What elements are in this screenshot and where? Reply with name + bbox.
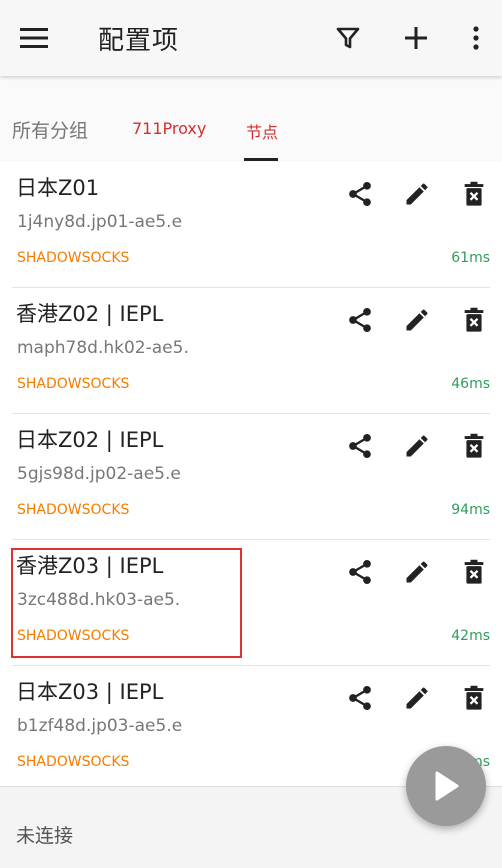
tab-indicator [244, 158, 278, 161]
server-name: 日本Z03 | IEPL [16, 680, 164, 704]
server-name: 日本Z02 | IEPL [16, 428, 164, 452]
delete-icon[interactable] [456, 302, 492, 338]
server-address: 5gjs98d.jp02-ae5.e [17, 464, 181, 484]
edit-icon[interactable] [399, 428, 435, 464]
more-vert-icon[interactable] [458, 20, 494, 56]
menu-icon[interactable] [16, 20, 52, 56]
latency-label: 94ms [451, 502, 490, 518]
protocol-label: SHADOWSOCKS [17, 250, 130, 266]
delete-icon[interactable] [456, 554, 492, 590]
server-name: 日本Z01 [16, 176, 100, 200]
latency-label: 61ms [451, 250, 490, 266]
share-icon[interactable] [342, 428, 378, 464]
edit-icon[interactable] [399, 302, 435, 338]
server-row[interactable]: 香港Z02 | IEPL maph78d.hk02-ae5. SHADOWSOC… [12, 288, 490, 414]
play-icon [432, 770, 460, 802]
protocol-label: SHADOWSOCKS [17, 754, 130, 770]
server-address: maph78d.hk02-ae5. [17, 338, 189, 358]
app-bar: 配置项 [0, 0, 502, 76]
share-icon[interactable] [342, 680, 378, 716]
server-address: 1j4ny8d.jp01-ae5.e [17, 212, 183, 232]
latency-label: 42ms [451, 628, 490, 644]
protocol-label: SHADOWSOCKS [17, 376, 130, 392]
connect-fab-button[interactable] [406, 746, 486, 826]
filter-icon[interactable] [330, 20, 366, 56]
connection-status: 未连接 [16, 825, 74, 847]
delete-icon[interactable] [456, 176, 492, 212]
protocol-label: SHADOWSOCKS [17, 628, 130, 644]
add-icon[interactable] [398, 20, 434, 56]
share-icon[interactable] [342, 176, 378, 212]
protocol-label: SHADOWSOCKS [17, 502, 130, 518]
server-name: 香港Z02 | IEPL [16, 302, 164, 326]
edit-icon[interactable] [399, 680, 435, 716]
server-row[interactable]: 日本Z02 | IEPL 5gjs98d.jp02-ae5.e SHADOWSO… [12, 414, 490, 540]
share-icon[interactable] [342, 554, 378, 590]
tab-711proxy[interactable]: 711Proxy [132, 119, 206, 138]
server-address: 3zc488d.hk03-ae5. [17, 590, 181, 610]
group-tabs: 所有分组 711Proxy 节点 [0, 76, 502, 162]
server-address: b1zf48d.jp03-ae5.e [17, 716, 183, 736]
tab-nodes[interactable]: 节点 [246, 119, 278, 143]
latency-label: 46ms [451, 376, 490, 392]
server-list: 日本Z01 1j4ny8d.jp01-ae5.e SHADOWSOCKS 61m… [0, 162, 502, 792]
server-row[interactable]: 香港Z03 | IEPL 3zc488d.hk03-ae5. SHADOWSOC… [11, 540, 492, 666]
share-icon[interactable] [342, 302, 378, 338]
page-title: 配置项 [98, 26, 180, 56]
server-row[interactable]: 日本Z01 1j4ny8d.jp01-ae5.e SHADOWSOCKS 61m… [12, 162, 490, 288]
server-name: 香港Z03 | IEPL [16, 554, 164, 578]
tab-all-groups[interactable]: 所有分组 [12, 116, 88, 143]
edit-icon[interactable] [399, 554, 435, 590]
delete-icon[interactable] [456, 428, 492, 464]
edit-icon[interactable] [399, 176, 435, 212]
delete-icon[interactable] [456, 680, 492, 716]
